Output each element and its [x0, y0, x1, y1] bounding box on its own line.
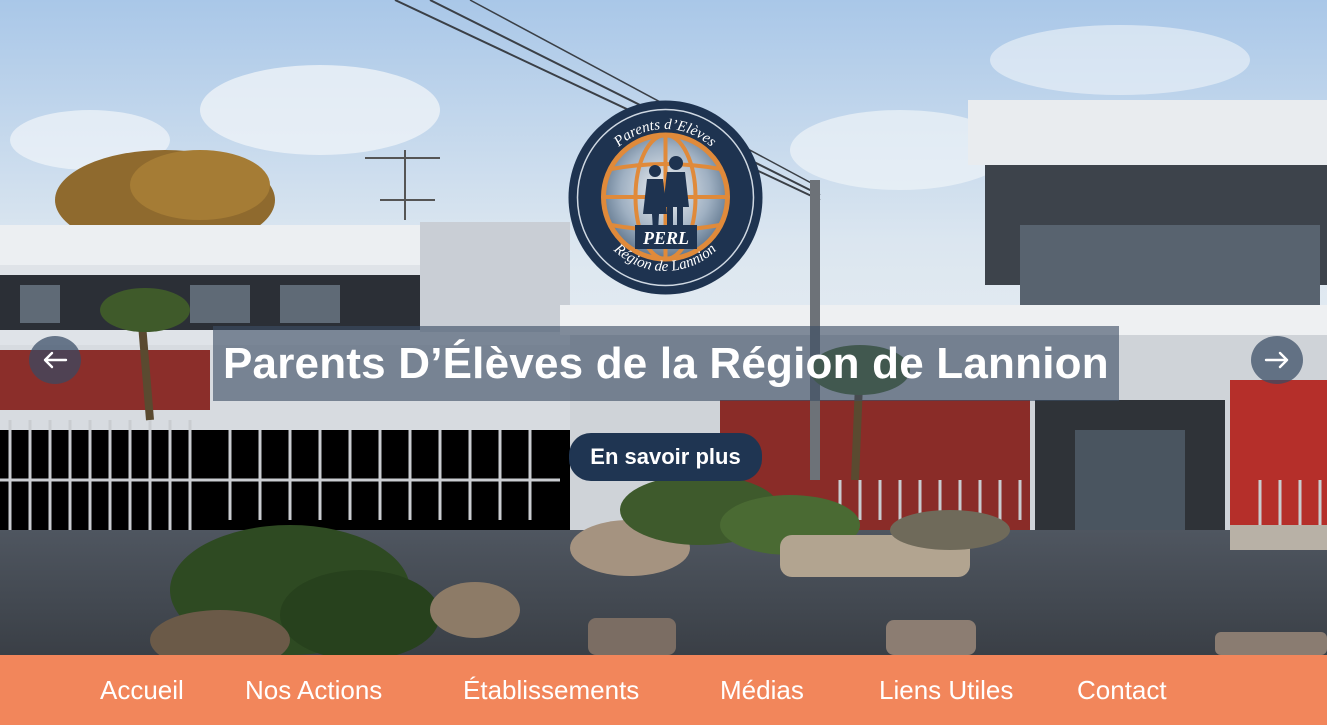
hero-title-band: Parents D’Élèves de la Région de Lannion: [213, 326, 1119, 401]
main-navigation: Accueil Nos Actions Établissements Média…: [0, 655, 1327, 725]
arrow-left-icon: [43, 351, 68, 369]
nav-item-accueil[interactable]: Accueil: [100, 655, 184, 725]
hero-banner: PERL Parents d’Elèves Région de Lannion …: [0, 0, 1327, 655]
perl-logo: PERL Parents d’Elèves Région de Lannion: [568, 100, 763, 295]
arrow-right-icon: [1264, 351, 1289, 369]
carousel-prev-button[interactable]: [29, 336, 81, 384]
nav-item-etablissements[interactable]: Établissements: [463, 655, 639, 725]
nav-item-contact[interactable]: Contact: [1077, 655, 1167, 725]
nav-item-medias[interactable]: Médias: [720, 655, 804, 725]
carousel-next-button[interactable]: [1251, 336, 1303, 384]
learn-more-button[interactable]: En savoir plus: [569, 433, 762, 481]
hero-title: Parents D’Élèves de la Région de Lannion: [223, 338, 1109, 388]
nav-item-nos-actions[interactable]: Nos Actions: [245, 655, 382, 725]
logo-center-text: PERL: [642, 228, 689, 248]
nav-item-liens-utiles[interactable]: Liens Utiles: [879, 655, 1013, 725]
